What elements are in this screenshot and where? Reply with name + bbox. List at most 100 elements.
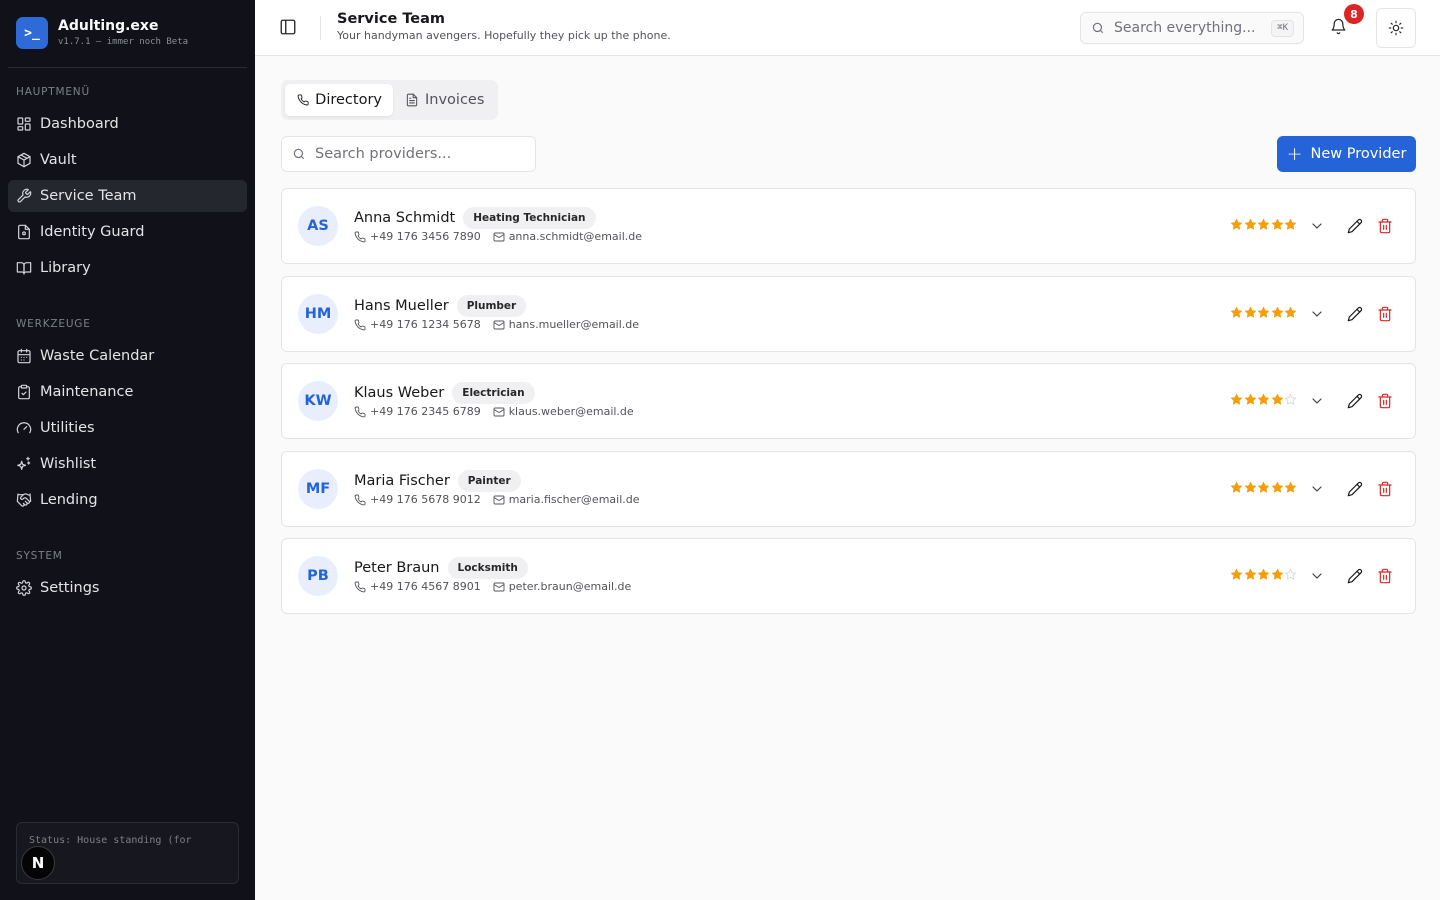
- provider-email: hans.mueller@email.de: [508, 318, 640, 331]
- sidebar-item-wishlist[interactable]: Wishlist: [8, 448, 247, 480]
- n-badge[interactable]: N: [21, 846, 55, 880]
- phone-link[interactable]: +49 176 3456 7890: [354, 230, 481, 243]
- sidebar-item-label: Utilities: [40, 420, 95, 436]
- tab-invoices[interactable]: Invoices: [393, 84, 495, 116]
- delete-button[interactable]: [1377, 218, 1393, 234]
- email-link[interactable]: klaus.weber@email.de: [493, 405, 634, 418]
- sidebar-item-library[interactable]: Library: [8, 252, 247, 284]
- brand[interactable]: >_ Adulting.exe v1.7.1 — immer noch Beta: [16, 17, 188, 49]
- nav-heading: WERKZEUGE: [16, 318, 91, 330]
- star-filled-icon: [1257, 218, 1270, 230]
- sidebar-item-label: Maintenance: [40, 384, 134, 400]
- new-provider-button[interactable]: + New Provider: [1277, 136, 1416, 172]
- tab-directory[interactable]: Directory: [285, 84, 393, 116]
- calendar-icon: [17, 348, 31, 364]
- provider-card[interactable]: AS Anna Schmidt Heating Technician +49 176 …: [281, 188, 1416, 264]
- provider-card[interactable]: KW Klaus Weber Electrician +49 176 2345 678…: [281, 363, 1416, 439]
- sidebar-item-service-team[interactable]: Service Team: [8, 180, 247, 212]
- expand-button[interactable]: [1309, 218, 1325, 234]
- vault-icon: [17, 152, 31, 168]
- provider-card[interactable]: PB Peter Braun Locksmith +49 176 4567 8901 p…: [281, 538, 1416, 614]
- star-empty-icon: [1284, 393, 1297, 405]
- terminal-logo-icon: >_: [16, 17, 48, 49]
- sidebar-item-utilities[interactable]: Utilities: [8, 412, 247, 444]
- sidebar-item-label: Lending: [40, 492, 98, 508]
- star-filled-icon: [1284, 481, 1297, 493]
- edit-button[interactable]: [1347, 218, 1363, 234]
- trade-badge: Electrician: [452, 382, 535, 404]
- phone-link[interactable]: +49 176 5678 9012: [354, 493, 481, 506]
- pencil-icon: [1347, 393, 1363, 409]
- star-filled-icon: [1244, 481, 1256, 493]
- star-empty-icon: [1284, 568, 1297, 580]
- sidebar-item-label: Service Team: [40, 188, 137, 204]
- edit-button[interactable]: [1347, 306, 1363, 322]
- phone-link[interactable]: +49 176 4567 8901: [354, 580, 481, 593]
- email-link[interactable]: peter.braun@email.de: [493, 580, 631, 593]
- page-title: Service Team: [337, 11, 446, 27]
- provider-email: anna.schmidt@email.de: [508, 230, 643, 243]
- provider-phone: +49 176 3456 7890: [370, 230, 481, 243]
- chevron-down-icon: [1312, 223, 1322, 229]
- trade-badge: Painter: [457, 470, 521, 492]
- edit-button[interactable]: [1347, 568, 1363, 584]
- email-link[interactable]: anna.schmidt@email.de: [493, 230, 642, 243]
- divider: [8, 67, 247, 68]
- trade-badge: Locksmith: [447, 557, 528, 579]
- gauge-icon: [16, 422, 32, 434]
- rating-stars: [1230, 218, 1298, 231]
- phone-link[interactable]: +49 176 2345 6789: [354, 405, 481, 418]
- avatar: PB: [298, 556, 338, 596]
- sidebar-item-vault[interactable]: Vault: [8, 144, 247, 176]
- star-filled-icon: [1284, 218, 1297, 230]
- chevron-down-icon: [1312, 486, 1322, 492]
- expand-button[interactable]: [1309, 568, 1325, 584]
- avatar: KW: [298, 381, 338, 421]
- sidebar-item-waste-calendar[interactable]: Waste Calendar: [8, 340, 247, 372]
- delete-button[interactable]: [1377, 481, 1393, 497]
- provider-contacts: +49 176 1234 5678 hans.mueller@email.de: [354, 318, 651, 331]
- provider-card[interactable]: HM Hans Mueller Plumber +49 176 1234 5678 ha…: [281, 276, 1416, 352]
- sidebar-toggle-button[interactable]: [279, 18, 299, 38]
- sidebar-item-settings[interactable]: Settings: [8, 572, 247, 604]
- provider-card[interactable]: MF Maria Fischer Painter +49 176 5678 9012 m…: [281, 451, 1416, 527]
- sidebar-item-identity-guard[interactable]: Identity Guard: [8, 216, 247, 248]
- shortcut-hint: ⌘K: [1271, 20, 1294, 37]
- global-search[interactable]: Search everything... ⌘K: [1080, 12, 1304, 44]
- tab-list: Directory Invoices: [281, 80, 498, 120]
- trash-icon: [1378, 393, 1392, 409]
- phone-icon: [297, 94, 309, 106]
- sidebar-item-lending[interactable]: Lending: [8, 484, 247, 516]
- invoice-icon: [406, 93, 418, 107]
- provider-search[interactable]: [281, 136, 536, 172]
- divider: [320, 16, 321, 40]
- delete-button[interactable]: [1377, 306, 1393, 322]
- pencil-icon: [1347, 218, 1363, 234]
- edit-button[interactable]: [1347, 393, 1363, 409]
- nav-heading: SYSTEM: [16, 550, 63, 562]
- sidebar-item-dashboard[interactable]: Dashboard: [8, 108, 247, 140]
- expand-button[interactable]: [1309, 306, 1325, 322]
- rating-stars: [1230, 481, 1298, 494]
- provider-search-input[interactable]: [315, 146, 515, 162]
- expand-button[interactable]: [1309, 393, 1325, 409]
- rating-stars: [1230, 306, 1298, 319]
- plus-icon: +: [1286, 143, 1303, 165]
- delete-button[interactable]: [1377, 568, 1393, 584]
- edit-button[interactable]: [1347, 481, 1363, 497]
- rating-stars: [1230, 568, 1298, 581]
- document-icon: [18, 224, 30, 240]
- delete-button[interactable]: [1377, 393, 1393, 409]
- sidebar-item-maintenance[interactable]: Maintenance: [8, 376, 247, 408]
- email-link[interactable]: maria.fischer@email.de: [493, 493, 640, 506]
- global-search-placeholder: Search everything...: [1114, 20, 1256, 36]
- search-icon: [293, 148, 305, 160]
- trade-badge: Plumber: [456, 295, 527, 317]
- email-link[interactable]: hans.mueller@email.de: [493, 318, 639, 331]
- expand-button[interactable]: [1309, 481, 1325, 497]
- phone-link[interactable]: +49 176 1234 5678: [354, 318, 481, 331]
- provider-contacts: +49 176 5678 9012 maria.fischer@email.de: [354, 493, 652, 506]
- theme-toggle-button[interactable]: [1376, 8, 1416, 48]
- nav-section-tools: WERKZEUGE Waste Calendar Maintenance Uti…: [8, 312, 247, 516]
- new-provider-label: New Provider: [1310, 146, 1407, 162]
